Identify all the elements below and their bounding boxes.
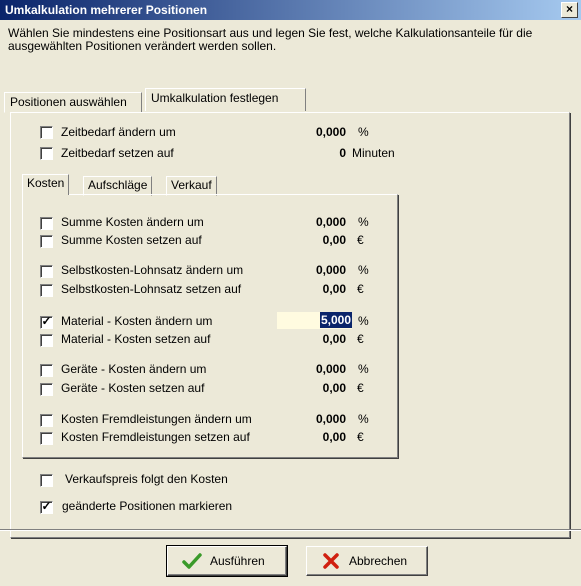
geraete-setzen-label: Geräte - Kosten setzen auf <box>61 381 205 395</box>
selbstkosten-aendern-unit: % <box>358 263 369 277</box>
title-bar[interactable]: Umkalkulation mehrerer Positionen × <box>0 0 581 20</box>
material-setzen-checkbox[interactable] <box>40 334 53 347</box>
abbrechen-button[interactable]: Abbrechen <box>306 546 428 576</box>
tab-verkauf[interactable]: Verkauf <box>166 176 217 196</box>
verkaufspreis-checkbox[interactable] <box>40 474 53 487</box>
material-aendern-input[interactable]: 5,000 <box>277 312 352 329</box>
material-aendern-value[interactable]: 5,000 <box>319 312 352 328</box>
geraete-setzen-checkbox[interactable] <box>40 383 53 396</box>
material-aendern-checkbox[interactable]: ✓ <box>40 314 53 329</box>
zeitbedarf-setzen-label: Zeitbedarf setzen auf <box>61 146 174 160</box>
material-setzen-unit: € <box>357 332 364 346</box>
close-button[interactable]: × <box>561 2 578 18</box>
checkmark-icon <box>182 553 202 569</box>
zeitbedarf-setzen-unit: Minuten <box>352 146 395 160</box>
selbstkosten-aendern-label: Selbstkosten-Lohnsatz ändern um <box>61 263 244 277</box>
geraete-aendern-label: Geräte - Kosten ändern um <box>61 362 207 376</box>
fremdleistungen-setzen-label: Kosten Fremdleistungen setzen auf <box>61 430 250 444</box>
fremdleistungen-setzen-unit: € <box>357 430 364 444</box>
geraete-setzen-value[interactable]: 0,00 <box>270 381 346 395</box>
selbstkosten-setzen-checkbox[interactable] <box>40 284 53 297</box>
description-text: Wählen Sie mindestens eine Positionsart … <box>8 26 533 53</box>
summe-kosten-aendern-checkbox[interactable] <box>40 217 53 230</box>
selbstkosten-aendern-value[interactable]: 0,000 <box>270 263 346 277</box>
markieren-label: geänderte Positionen markieren <box>62 499 233 513</box>
zeitbedarf-aendern-unit: % <box>358 125 369 139</box>
ausfuehren-button[interactable]: Ausführen <box>166 545 288 577</box>
zeitbedarf-setzen-value[interactable]: 0 <box>270 146 346 160</box>
verkaufspreis-label: Verkaufspreis folgt den Kosten <box>65 472 228 486</box>
summe-kosten-setzen-unit: € <box>357 233 364 247</box>
tab-kosten[interactable]: Kosten <box>22 174 70 195</box>
fremdleistungen-aendern-unit: % <box>358 412 369 426</box>
material-aendern-label: Material - Kosten ändern um <box>61 314 213 328</box>
geraete-setzen-unit: € <box>357 381 364 395</box>
tab-umkalkulation-festlegen[interactable]: Umkalkulation festlegen <box>145 88 306 111</box>
summe-kosten-aendern-value[interactable]: 0,000 <box>270 215 346 229</box>
zeitbedarf-aendern-value[interactable]: 0,000 <box>270 125 346 139</box>
abbrechen-label: Abbrechen <box>349 554 408 568</box>
fremdleistungen-setzen-value[interactable]: 0,00 <box>270 430 346 444</box>
separator <box>0 529 581 531</box>
zeitbedarf-aendern-checkbox[interactable] <box>40 126 53 139</box>
summe-kosten-aendern-label: Summe Kosten ändern um <box>61 215 204 229</box>
geraete-aendern-value[interactable]: 0,000 <box>270 362 346 376</box>
zeitbedarf-aendern-label: Zeitbedarf ändern um <box>61 125 176 139</box>
tab-aufschlaege[interactable]: Aufschläge <box>83 176 153 196</box>
summe-kosten-setzen-value[interactable]: 0,00 <box>270 233 346 247</box>
fremdleistungen-aendern-value[interactable]: 0,000 <box>270 412 346 426</box>
summe-kosten-setzen-checkbox[interactable] <box>40 235 53 248</box>
summe-kosten-aendern-unit: % <box>358 215 369 229</box>
checkmark-icon: ✓ <box>41 314 52 328</box>
selbstkosten-setzen-unit: € <box>357 282 364 296</box>
summe-kosten-setzen-label: Summe Kosten setzen auf <box>61 233 202 247</box>
fremdleistungen-aendern-checkbox[interactable] <box>40 414 53 427</box>
material-aendern-unit: % <box>358 314 369 328</box>
fremdleistungen-aendern-label: Kosten Fremdleistungen ändern um <box>61 412 252 426</box>
selbstkosten-setzen-value[interactable]: 0,00 <box>270 282 346 296</box>
x-icon <box>323 553 339 569</box>
geraete-aendern-checkbox[interactable] <box>40 364 53 377</box>
zeitbedarf-setzen-checkbox[interactable] <box>40 147 53 160</box>
material-setzen-value[interactable]: 0,00 <box>270 332 346 346</box>
selbstkosten-setzen-label: Selbstkosten-Lohnsatz setzen auf <box>61 282 242 296</box>
markieren-checkbox[interactable]: ✓ <box>40 499 53 514</box>
selbstkosten-aendern-checkbox[interactable] <box>40 265 53 278</box>
checkmark-icon: ✓ <box>41 499 52 513</box>
geraete-aendern-unit: % <box>358 362 369 376</box>
tab-positionen-auswaehlen[interactable]: Positionen auswählen <box>4 92 142 113</box>
fremdleistungen-setzen-checkbox[interactable] <box>40 432 53 445</box>
material-setzen-label: Material - Kosten setzen auf <box>61 332 211 346</box>
ausfuehren-label: Ausführen <box>210 554 265 568</box>
window-title: Umkalkulation mehrerer Positionen <box>5 3 208 17</box>
